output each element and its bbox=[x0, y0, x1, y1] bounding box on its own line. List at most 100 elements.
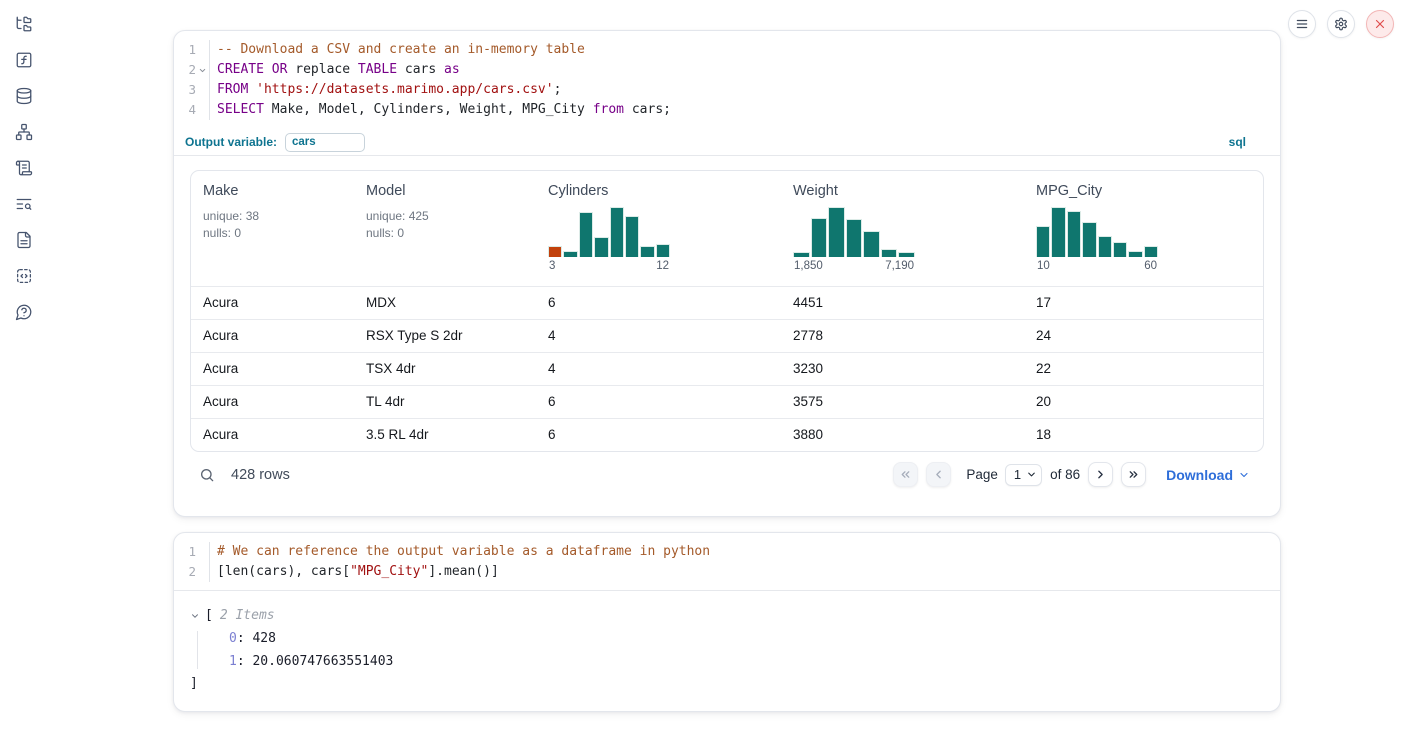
code-token: SELECT bbox=[217, 102, 264, 117]
table-cell: 20 bbox=[1024, 386, 1263, 418]
tree-collapse-toggle[interactable] bbox=[190, 611, 205, 621]
settings-button[interactable] bbox=[1327, 10, 1355, 38]
logs-icon[interactable] bbox=[15, 159, 33, 177]
histogram-bar bbox=[898, 252, 915, 258]
python-cell: 1# We can reference the output variable … bbox=[173, 532, 1281, 712]
code-line: 1# We can reference the output variable … bbox=[174, 542, 1280, 562]
tree-entry-index: 1 bbox=[229, 654, 237, 669]
table-cell: Acura bbox=[191, 386, 354, 418]
scratchpad-search-icon[interactable] bbox=[15, 195, 33, 213]
column-header-weight[interactable]: Weight1,8507,190 bbox=[781, 171, 1024, 286]
fold-toggle-icon[interactable] bbox=[196, 60, 209, 80]
column-header-model[interactable]: Model unique: 425nulls: 0 bbox=[354, 171, 536, 286]
sql-code-editor[interactable]: 1-- Download a CSV and create an in-memo… bbox=[174, 31, 1280, 129]
histogram-max-label: 7,190 bbox=[885, 260, 914, 272]
code-token: cars bbox=[397, 62, 444, 77]
code-token: Make, Model, Cylinders, Weight, MPG_City bbox=[264, 102, 593, 117]
chevron-down-icon bbox=[198, 66, 207, 75]
sidebar bbox=[0, 0, 48, 729]
column-title: Model bbox=[366, 183, 524, 199]
column-title: Make bbox=[203, 183, 342, 199]
variables-icon[interactable] bbox=[15, 51, 33, 69]
tree-entry-separator: : bbox=[237, 631, 253, 646]
column-stat-line: unique: 38 bbox=[203, 208, 342, 225]
window-controls bbox=[1288, 10, 1394, 38]
code-line: 2CREATE OR replace TABLE cars as bbox=[174, 60, 1280, 80]
snippets-icon[interactable] bbox=[15, 267, 33, 285]
page-select[interactable]: 1 bbox=[1005, 464, 1042, 486]
histogram-bar bbox=[640, 246, 654, 257]
menu-button[interactable] bbox=[1288, 10, 1316, 38]
help-icon[interactable] bbox=[15, 303, 33, 321]
histogram-bar bbox=[811, 218, 828, 257]
sql-cell-output: Make unique: 38 nulls: 0 Model unique: 425nu… bbox=[174, 156, 1280, 497]
fold-gutter bbox=[196, 542, 209, 562]
table-cell: 17 bbox=[1024, 287, 1263, 319]
python-cell-output: [ 2 Items 0: 4281: 20.060747663551403 ] bbox=[174, 591, 1280, 713]
python-code-editor[interactable]: 1# We can reference the output variable … bbox=[174, 533, 1280, 591]
column-header-mpg_city[interactable]: MPG_City1060 bbox=[1024, 171, 1263, 286]
first-page-button[interactable] bbox=[893, 462, 918, 487]
table-cell: Acura bbox=[191, 353, 354, 385]
table-cell: TL 4dr bbox=[354, 386, 536, 418]
histogram-bars bbox=[1036, 207, 1158, 257]
last-page-button[interactable] bbox=[1121, 462, 1146, 487]
column-histogram: 1060 bbox=[1036, 207, 1158, 272]
code-text: SELECT Make, Model, Cylinders, Weight, M… bbox=[209, 100, 1280, 120]
histogram-bar bbox=[625, 216, 639, 258]
histogram-min-label: 1,850 bbox=[794, 260, 823, 272]
histogram-bars bbox=[793, 207, 915, 257]
output-variable-input[interactable] bbox=[285, 133, 365, 152]
histogram-bar bbox=[1036, 226, 1050, 258]
table-cell: 2778 bbox=[781, 320, 1024, 352]
row-count: 428 rows bbox=[231, 467, 290, 483]
search-icon[interactable] bbox=[199, 467, 215, 483]
histogram-bar bbox=[656, 244, 670, 258]
code-line: 3 FROM 'https://datasets.marimo.app/cars.… bbox=[174, 80, 1280, 100]
table-cell: 6 bbox=[536, 419, 781, 451]
histogram-axis-labels: 312 bbox=[548, 260, 670, 272]
table-cell: 24 bbox=[1024, 320, 1263, 352]
histogram-bar bbox=[1113, 242, 1127, 257]
table-cell: Acura bbox=[191, 287, 354, 319]
histogram-bar bbox=[563, 251, 577, 258]
table-cell: 3880 bbox=[781, 419, 1024, 451]
column-header-cylinders[interactable]: Cylinders312 bbox=[536, 171, 781, 286]
chevron-down-icon bbox=[1026, 469, 1037, 480]
chevron-right-icon bbox=[1094, 468, 1107, 481]
dependency-graph-icon[interactable] bbox=[15, 123, 33, 141]
tree-entry: 0: 428 bbox=[229, 627, 1264, 650]
chevrons-right-icon bbox=[1127, 468, 1140, 481]
previous-page-button[interactable] bbox=[926, 462, 951, 487]
shutdown-button[interactable] bbox=[1366, 10, 1394, 38]
histogram-bar bbox=[1067, 211, 1081, 258]
column-stats: unique: 425nulls: 0 bbox=[366, 208, 524, 241]
documentation-icon[interactable] bbox=[15, 231, 33, 249]
next-page-button[interactable] bbox=[1088, 462, 1113, 487]
chevron-down-icon bbox=[190, 611, 200, 621]
column-stat-line: nulls: 0 bbox=[366, 225, 524, 242]
column-header-make[interactable]: Makeunique: 38nulls: 0 bbox=[191, 171, 354, 286]
code-text: FROM 'https://datasets.marimo.app/cars.c… bbox=[209, 80, 1280, 100]
histogram-bar bbox=[1128, 251, 1142, 258]
file-explorer-icon[interactable] bbox=[15, 15, 33, 33]
code-line: 4SELECT Make, Model, Cylinders, Weight, … bbox=[174, 100, 1280, 120]
histogram-bar bbox=[1098, 236, 1112, 257]
code-token: "MPG_City" bbox=[350, 564, 428, 579]
line-number: 1 bbox=[174, 542, 196, 562]
code-token: CREATE bbox=[217, 62, 264, 77]
table-cell: 4 bbox=[536, 320, 781, 352]
line-number: 1 bbox=[174, 40, 196, 60]
datasources-icon[interactable] bbox=[15, 87, 33, 105]
code-token bbox=[248, 82, 256, 97]
chevron-down-icon bbox=[1238, 469, 1250, 481]
data-table: Make unique: 38 nulls: 0 Model unique: 425nu… bbox=[190, 170, 1264, 452]
histogram-min-label: 3 bbox=[549, 260, 555, 272]
download-button[interactable]: Download bbox=[1166, 467, 1250, 483]
table-cell: 6 bbox=[536, 287, 781, 319]
table-cell: 18 bbox=[1024, 419, 1263, 451]
line-number: 3 bbox=[174, 80, 196, 100]
histogram-axis-labels: 1,850 7,190 bbox=[793, 260, 915, 272]
page-select-value: 1 bbox=[1014, 467, 1021, 482]
code-token: cars; bbox=[624, 102, 671, 117]
